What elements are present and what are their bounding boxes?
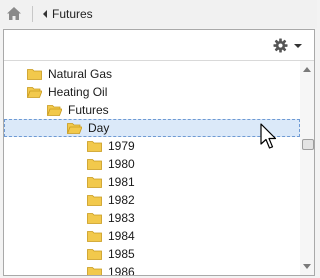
folder-icon [87, 141, 102, 152]
folder-open-icon [47, 105, 62, 116]
settings-menu-button[interactable] [273, 38, 302, 53]
folder-icon [87, 231, 102, 242]
breadcrumb-label: Futures [52, 7, 93, 21]
caret-down-icon [294, 43, 302, 48]
tree-item[interactable]: 1980 [4, 155, 300, 173]
tree-item-label: 1981 [108, 175, 135, 189]
panel-toolbar [4, 30, 314, 60]
folder-icon [87, 249, 102, 260]
folder-icon [27, 69, 42, 80]
folder-icon [87, 159, 102, 170]
tree-item-label: Heating Oil [48, 85, 108, 99]
folder-icon [87, 267, 102, 275]
folder-icon [87, 213, 102, 224]
mouse-pointer-icon [260, 123, 277, 149]
tree-item[interactable]: Day [4, 119, 300, 137]
scrollbar-thumb[interactable] [302, 139, 314, 150]
tree-item[interactable]: 1985 [4, 245, 300, 263]
tree-panel: Natural Gas Heating Oil Futures Day 1979 1980… [3, 29, 315, 276]
tree-item[interactable]: 1986 [4, 263, 300, 275]
tree-item-label: 1984 [108, 229, 135, 243]
folder-open-icon [27, 87, 42, 98]
home-icon [7, 7, 21, 20]
vertical-scrollbar[interactable] [300, 61, 314, 275]
tree-item-label: 1982 [108, 193, 135, 207]
folder-tree: Natural Gas Heating Oil Futures Day 1979 1980… [4, 61, 300, 275]
tree-item[interactable]: 1983 [4, 209, 300, 227]
scroll-up-arrow-icon[interactable] [303, 67, 311, 72]
tree-item[interactable]: Futures [4, 101, 300, 119]
tree-item-label: Natural Gas [48, 67, 113, 81]
breadcrumb-bar: Futures [0, 0, 317, 28]
tree-item[interactable]: 1984 [4, 227, 300, 245]
folder-open-icon [67, 123, 82, 134]
tree-item-label: 1983 [108, 211, 135, 225]
home-button[interactable] [5, 5, 23, 23]
folder-icon [87, 177, 102, 188]
tree-item-label: 1980 [108, 157, 135, 171]
tree-item-label: Day [88, 121, 110, 135]
chevron-left-icon [43, 10, 47, 18]
tree-item[interactable]: 1979 [4, 137, 300, 155]
folder-icon [87, 195, 102, 206]
tree-item[interactable]: 1981 [4, 173, 300, 191]
breadcrumb-item-futures[interactable]: Futures [43, 6, 93, 22]
tree-item-label: Futures [68, 103, 109, 117]
tree-item-label: 1985 [108, 247, 135, 261]
scroll-down-arrow-icon[interactable] [303, 264, 311, 269]
tree-item[interactable]: Natural Gas [4, 65, 300, 83]
tree-item[interactable]: 1982 [4, 191, 300, 209]
tree-item-label: 1979 [108, 139, 135, 153]
breadcrumb-separator [32, 6, 33, 22]
gear-icon [273, 38, 288, 53]
tree-item[interactable]: Heating Oil [4, 83, 300, 101]
tree-item-label: 1986 [108, 265, 135, 275]
